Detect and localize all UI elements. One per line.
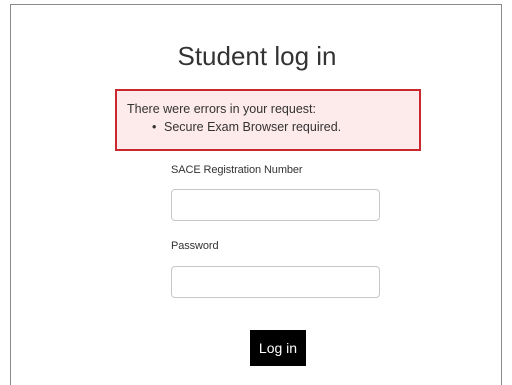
error-list-item: • Secure Exam Browser required.: [152, 118, 419, 136]
error-message: Secure Exam Browser required.: [164, 120, 342, 134]
bullet-icon: •: [152, 120, 157, 134]
registration-number-label: SACE Registration Number: [171, 164, 303, 176]
password-input[interactable]: [171, 266, 380, 298]
error-list: • Secure Exam Browser required.: [127, 118, 419, 136]
error-heading: There were errors in your request:: [127, 102, 316, 116]
page-title: Student log in: [177, 41, 337, 71]
password-label: Password: [171, 240, 219, 252]
error-alert: There were errors in your request: • Sec…: [115, 89, 421, 151]
login-button[interactable]: Log in: [250, 330, 306, 366]
login-card: Student log in There were errors in your…: [10, 4, 502, 385]
registration-number-input[interactable]: [171, 189, 380, 221]
